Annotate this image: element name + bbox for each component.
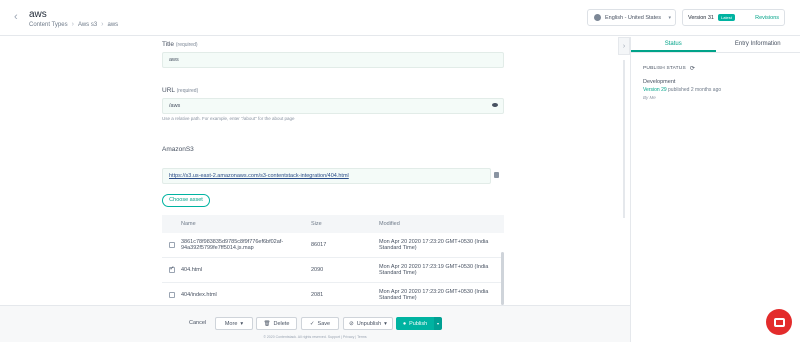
row-checkbox[interactable] xyxy=(168,242,175,248)
tab-entry-information[interactable]: Entry Information xyxy=(716,37,800,52)
publish-status-heading: PUBLISH STATUS ⟳ xyxy=(643,65,695,72)
locale-label: English - United States xyxy=(605,14,661,21)
entry-title: aws xyxy=(29,9,47,20)
publish-button[interactable]: ● Publish xyxy=(396,317,434,330)
trash-icon[interactable] xyxy=(494,172,499,178)
breadcrumb: Content Types › Aws s3 › aws xyxy=(29,21,118,28)
asset-table: Name Size Modified 3861c78f983835d9785c8… xyxy=(162,215,504,305)
url-value: /aws xyxy=(169,103,181,109)
title-field-label: Title (required) xyxy=(162,41,198,48)
breadcrumb-item-entry: aws xyxy=(107,21,119,28)
tab-status[interactable]: Status xyxy=(631,37,716,52)
chevron-right-icon: › xyxy=(101,21,104,28)
asset-name: 404/index.html xyxy=(181,292,217,298)
publish-label: Publish xyxy=(409,320,428,327)
table-header: Name Size Modified xyxy=(162,215,504,233)
chevron-down-icon: ▾ xyxy=(240,320,244,327)
published-version-link[interactable]: Version 29 xyxy=(643,87,667,93)
form-scrollbar[interactable] xyxy=(623,60,625,218)
delete-label: Delete xyxy=(273,320,290,327)
breadcrumb-item-content-types[interactable]: Content Types xyxy=(29,22,68,28)
url-field-label: URL (required) xyxy=(162,87,198,94)
sidebar-tabs: Status Entry Information xyxy=(631,37,800,53)
required-marker: (required) xyxy=(175,42,198,48)
amazons3-field-label: AmazonS3 xyxy=(162,146,194,153)
column-header-modified: Modified xyxy=(379,221,400,227)
s3-asset-link[interactable]: https://s3.us-east-2.amazonaws.com/s3-co… xyxy=(162,168,491,184)
asset-modified: Mon Apr 20 2020 17:23:20 GMT+0530 (India… xyxy=(379,239,489,251)
row-checkbox[interactable] xyxy=(168,265,175,273)
chat-support-button[interactable] xyxy=(766,309,792,335)
check-icon: ✓ xyxy=(309,320,315,327)
row-checkbox[interactable] xyxy=(168,292,175,298)
delete-button[interactable]: 🗑 Delete xyxy=(256,317,297,330)
chevron-right-icon: › xyxy=(71,21,74,28)
required-marker: (required) xyxy=(176,88,199,94)
refresh-icon[interactable]: ⟳ xyxy=(690,65,695,72)
top-header: ‹ aws Content Types › Aws s3 › aws Engli… xyxy=(0,0,800,36)
url-input[interactable]: /aws xyxy=(162,98,504,114)
save-button[interactable]: ✓ Save xyxy=(301,317,339,330)
table-scrollbar[interactable] xyxy=(501,252,504,305)
publish-info: Version 29 published 2 months ago xyxy=(643,87,721,93)
unpublish-icon: ⊘ xyxy=(349,320,354,327)
right-sidebar: Status Entry Information PUBLISH STATUS … xyxy=(630,37,800,342)
eye-icon[interactable] xyxy=(492,103,498,107)
asset-size: 86017 xyxy=(311,242,327,248)
save-label: Save xyxy=(317,320,331,327)
url-label-text: URL xyxy=(162,87,175,94)
table-row[interactable]: 3861c78f983835d9785c8f9f776ef6bf02af-94a… xyxy=(162,233,504,258)
column-header-name: Name xyxy=(181,221,196,227)
more-button[interactable]: More ▾ xyxy=(215,317,253,330)
environment-name: Development xyxy=(643,79,676,85)
chat-icon xyxy=(773,317,785,327)
asset-modified: Mon Apr 20 2020 17:23:20 GMT+0530 (India… xyxy=(379,289,489,301)
publish-options-toggle[interactable]: ▾ xyxy=(434,317,442,330)
url-hint: Use a relative path. For example, enter … xyxy=(162,116,295,121)
title-input[interactable]: aws xyxy=(162,52,504,68)
collapse-sidebar-toggle[interactable]: › xyxy=(618,37,630,55)
cancel-button[interactable]: Cancel xyxy=(189,320,206,326)
publish-icon: ● xyxy=(402,320,407,327)
choose-asset-button[interactable]: Choose asset xyxy=(162,194,210,207)
asset-name: 404.html xyxy=(181,267,203,273)
asset-modified: Mon Apr 20 2020 17:23:19 GMT+0530 (India… xyxy=(379,264,489,276)
unpublish-button[interactable]: ⊘ Unpublish ▾ xyxy=(343,317,393,330)
asset-name: 3861c78f983835d9785c8f9f776ef6bf02af-94a… xyxy=(181,239,284,251)
publish-status-label: PUBLISH STATUS xyxy=(643,66,686,71)
more-label: More xyxy=(224,320,238,327)
revisions-link[interactable]: Revisions xyxy=(755,15,779,21)
breadcrumb-item-content-type[interactable]: Aws s3 xyxy=(78,22,97,28)
asset-size: 2090 xyxy=(311,267,324,273)
table-row[interactable]: 404.html 2090 Mon Apr 20 2020 17:23:19 G… xyxy=(162,258,504,283)
chevron-down-icon: ▾ xyxy=(384,320,387,327)
published-by: By Me xyxy=(643,95,656,100)
trash-icon: 🗑 xyxy=(263,320,271,327)
published-time: published 2 months ago xyxy=(668,87,722,93)
globe-icon xyxy=(594,14,601,21)
column-header-size: Size xyxy=(311,221,322,227)
asset-size: 2081 xyxy=(311,292,324,298)
unpublish-label: Unpublish xyxy=(356,320,382,327)
version-selector[interactable]: Version 31 Latest Revisions xyxy=(682,9,785,26)
title-label-text: Title xyxy=(162,41,175,48)
copyright-text: © 2020 Contentstack. All rights reserved… xyxy=(263,335,367,339)
table-row[interactable]: 404/index.html 2081 Mon Apr 20 2020 17:2… xyxy=(162,283,504,305)
version-label: Version 31 xyxy=(688,14,714,21)
entry-form: Title (required) aws URL (required) /aws… xyxy=(0,37,618,305)
action-bar: Cancel More ▾ 🗑 Delete ✓ Save ⊘ Unpublis… xyxy=(0,305,630,342)
chevron-down-icon: ▾ xyxy=(668,14,671,21)
back-chevron-icon[interactable]: ‹ xyxy=(14,11,18,23)
locale-selector[interactable]: English - United States ▾ xyxy=(587,9,676,26)
latest-badge: Latest xyxy=(718,14,735,21)
